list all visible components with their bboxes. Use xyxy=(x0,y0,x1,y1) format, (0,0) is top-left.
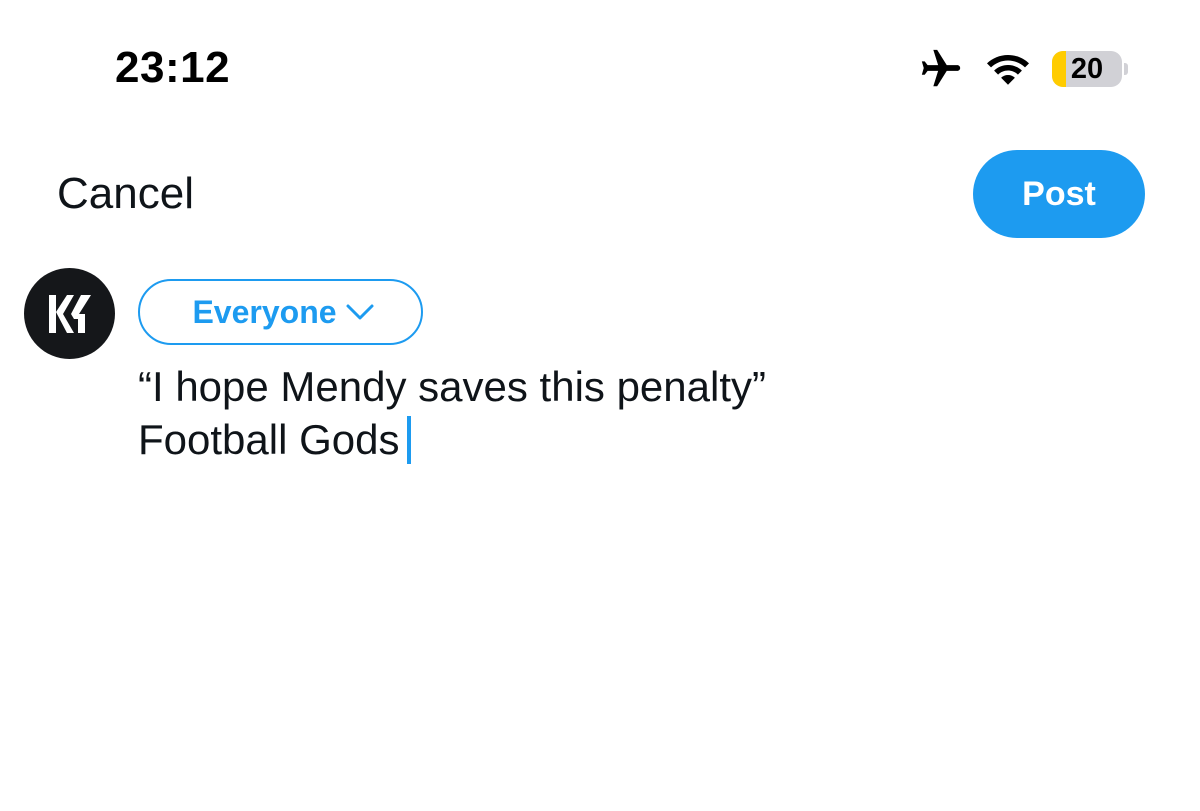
kf-logo-avatar xyxy=(48,294,91,333)
chevron-down-icon xyxy=(346,304,374,320)
post-text-line-2: Football Gods xyxy=(138,413,1098,466)
battery-body: 20 xyxy=(1052,51,1122,87)
avatar[interactable] xyxy=(24,268,115,359)
post-text-input[interactable]: “I hope Mendy saves this penalty” Footba… xyxy=(138,360,1098,466)
post-composer-screen: 23:12 20 Cancel Post Everyone “I hope Me… xyxy=(0,0,1200,811)
airplane-icon xyxy=(921,49,961,87)
battery-tip xyxy=(1124,63,1128,75)
audience-selector[interactable]: Everyone xyxy=(138,279,423,345)
cancel-button[interactable]: Cancel xyxy=(57,166,194,222)
audience-label: Everyone xyxy=(192,294,337,330)
status-icons: 20 xyxy=(918,46,1128,92)
battery-level: 20 xyxy=(1070,53,1104,85)
post-button[interactable]: Post xyxy=(973,150,1145,238)
wifi-icon xyxy=(987,55,1029,85)
text-cursor xyxy=(407,416,412,464)
post-text-line-2-content: Football Gods xyxy=(138,416,400,463)
post-text-line-1: “I hope Mendy saves this penalty” xyxy=(138,363,766,410)
battery-icon: 20 xyxy=(1052,50,1128,88)
status-time: 23:12 xyxy=(115,43,231,92)
